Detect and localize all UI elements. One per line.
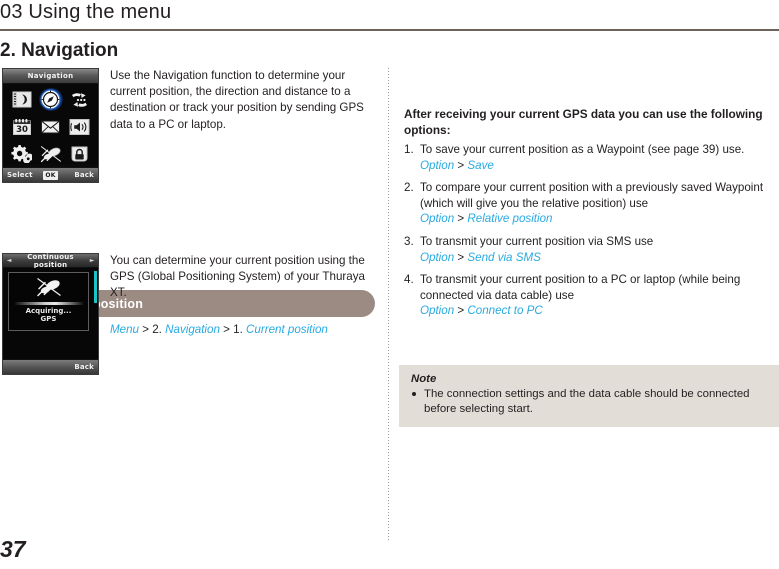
device-softkey-bar: Back bbox=[3, 359, 98, 374]
bullet-icon bbox=[412, 392, 416, 396]
intro-paragraph: Use the Navigation function to determine… bbox=[110, 69, 364, 131]
note-body-text: The connection settings and the data cab… bbox=[424, 388, 750, 415]
menu-path-step2: Current position bbox=[246, 323, 328, 336]
device-tabbar: ◄ Continuous position ► bbox=[3, 252, 98, 269]
menu-path-step1: Navigation bbox=[165, 323, 220, 336]
menu-path-root: Menu bbox=[110, 323, 140, 336]
settings-icon bbox=[11, 143, 33, 164]
list-item: 1. To save your current position as a Wa… bbox=[404, 142, 779, 173]
device-icon-grid: 30 bbox=[3, 84, 98, 164]
tab-prev-arrow-icon: ◄ bbox=[6, 257, 12, 264]
softkey-select: Select bbox=[7, 171, 33, 179]
path-separator: > bbox=[454, 212, 468, 226]
list-item-path: Option > Relative position bbox=[420, 211, 779, 227]
list-item-text: To transmit your current position via SM… bbox=[420, 234, 654, 248]
list-item-path: Option > Save bbox=[420, 158, 779, 174]
path-target: Connect to PC bbox=[467, 304, 543, 318]
device-screen-body: Acquiring... GPS bbox=[3, 268, 98, 360]
menu-path-step1-number: 2. bbox=[152, 323, 166, 336]
phonebook-icon bbox=[11, 89, 33, 110]
device-tab-label: Continuous position bbox=[27, 252, 74, 269]
left-column: Navigation 30 Select OK Back Use the Nav… bbox=[0, 68, 378, 548]
list-item-number: 4. bbox=[404, 273, 414, 287]
device-titlebar: Navigation bbox=[3, 69, 98, 84]
device-softkey-bar: Select OK Back bbox=[3, 167, 98, 182]
note-box: Note The connection settings and the dat… bbox=[399, 365, 779, 427]
path-option: Option bbox=[420, 212, 455, 226]
calendar-icon: 30 bbox=[11, 116, 33, 137]
list-item: 4. To transmit your current position to … bbox=[404, 272, 779, 319]
list-item-number: 1. bbox=[404, 143, 414, 156]
list-item-text: To compare your current position with a … bbox=[420, 181, 764, 210]
gps-progress-bar bbox=[14, 302, 83, 305]
path-target: Relative position bbox=[467, 212, 553, 226]
gps-status-line2: GPS bbox=[40, 315, 57, 323]
path-separator: > bbox=[454, 304, 468, 318]
options-heading: After receiving your current GPS data yo… bbox=[404, 107, 763, 137]
list-item-path: Option > Connect to PC bbox=[420, 303, 779, 319]
list-item-path: Option > Send via SMS bbox=[420, 250, 779, 266]
device-screenshot-navigation-menu: Navigation 30 Select OK Back bbox=[2, 68, 99, 183]
satellite-icon bbox=[40, 143, 62, 164]
path-target: Send via SMS bbox=[467, 250, 541, 264]
gps-acquiring-panel: Acquiring... GPS bbox=[8, 272, 89, 331]
path-separator: > bbox=[454, 250, 468, 264]
messages-icon bbox=[40, 116, 62, 137]
list-item-text: To save your current position as a Waypo… bbox=[420, 143, 745, 156]
menu-path-sep-1: > bbox=[139, 323, 153, 336]
security-icon bbox=[69, 143, 91, 164]
gps-status-line1: Acquiring... bbox=[25, 307, 72, 315]
column-divider bbox=[388, 68, 389, 540]
svg-text:30: 30 bbox=[16, 125, 28, 135]
chapter-divider-rule bbox=[0, 29, 779, 31]
page-number: 37 bbox=[0, 536, 26, 562]
softkey-ok: OK bbox=[43, 170, 58, 180]
call-log-icon bbox=[69, 89, 91, 110]
options-list: 1. To save your current position as a Wa… bbox=[404, 142, 779, 326]
device-titlebar-label: Navigation bbox=[27, 72, 74, 80]
note-title: Note bbox=[411, 373, 437, 385]
softkey-back: Back bbox=[74, 363, 94, 371]
note-body: The connection settings and the data cab… bbox=[411, 387, 767, 417]
menu-path-step2-number: 1. bbox=[233, 323, 247, 336]
path-option: Option bbox=[420, 304, 455, 318]
sound-icon bbox=[69, 116, 91, 137]
softkey-back: Back bbox=[74, 171, 94, 179]
satellite-icon bbox=[36, 277, 62, 301]
current-position-paragraph: You can determine your current position … bbox=[110, 254, 365, 300]
path-option: Option bbox=[420, 158, 455, 172]
path-separator: > bbox=[454, 158, 468, 172]
list-item-number: 2. bbox=[404, 181, 414, 195]
path-option: Option bbox=[420, 250, 455, 264]
list-item-text: To transmit your current position to a P… bbox=[420, 273, 741, 302]
path-target: Save bbox=[467, 158, 494, 172]
list-item-number: 3. bbox=[404, 234, 414, 248]
menu-path: Menu > 2. Navigation > 1. Current positi… bbox=[110, 322, 378, 338]
list-item: 2. To compare your current position with… bbox=[404, 180, 779, 227]
chapter-title: 03 Using the menu bbox=[0, 1, 172, 23]
menu-path-sep-2: > bbox=[219, 323, 234, 336]
list-item: 3. To transmit your current position via… bbox=[404, 234, 779, 265]
page-title: 2. Navigation bbox=[0, 40, 119, 61]
device-screenshot-continuous-position: ◄ Continuous position ► Acquiring... GPS… bbox=[2, 253, 99, 375]
tab-next-arrow-icon: ► bbox=[89, 257, 95, 264]
device-scroll-indicator bbox=[94, 271, 97, 303]
compass-icon bbox=[38, 88, 63, 111]
